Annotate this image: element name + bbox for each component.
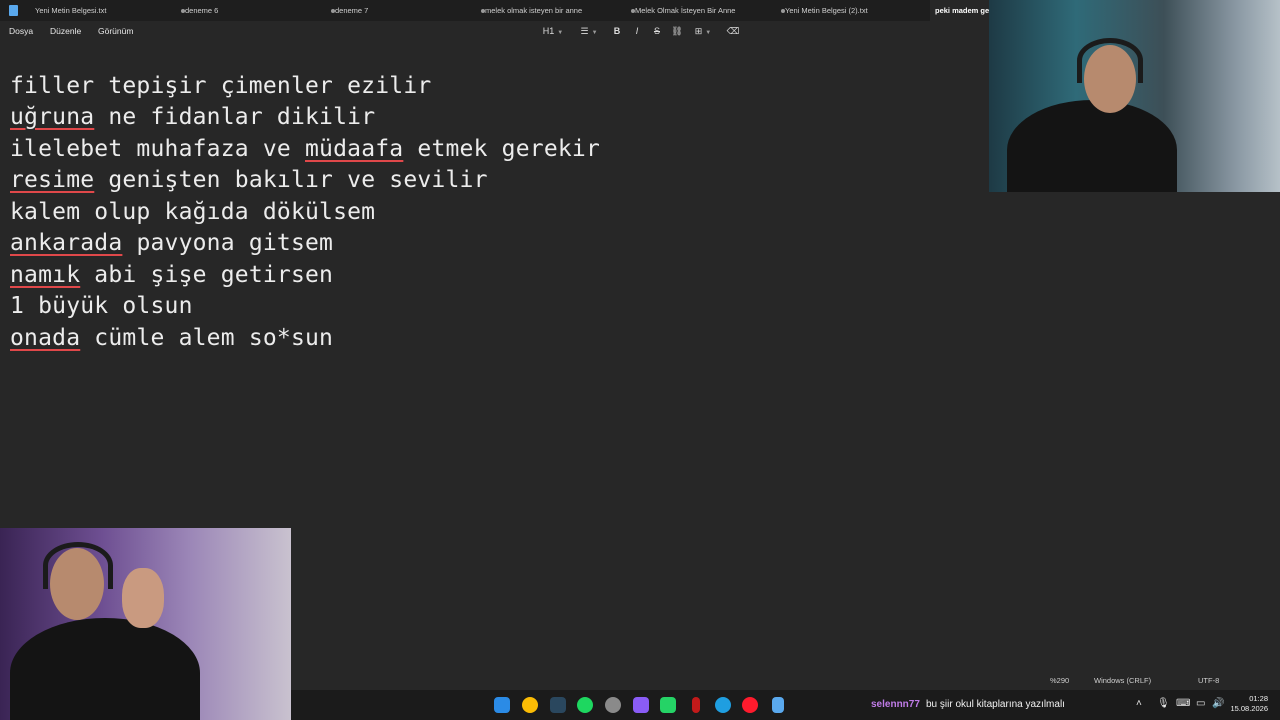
misspelled-word: müdaafa: [305, 136, 404, 162]
menu-view[interactable]: Görünüm: [98, 21, 133, 42]
tab-label: Melek Olmak İsteyen Bir Anne: [635, 6, 736, 15]
tab-deneme-7[interactable]: deneme 7: [335, 0, 485, 21]
misspelled-word: uğruna: [10, 104, 95, 130]
encoding[interactable]: UTF-8: [1198, 672, 1219, 690]
edge-icon[interactable]: [715, 697, 731, 713]
editor-line: filler tepişir çimenler ezilir: [10, 73, 432, 99]
tab-melek-olmak-title[interactable]: Melek Olmak İsteyen Bir Anne: [635, 0, 785, 21]
notepad-taskbar-icon[interactable]: [772, 697, 784, 713]
editor-line: ilelebet muhafaza ve müdaafa etmek gerek…: [10, 136, 601, 162]
tool-icon[interactable]: [692, 697, 700, 713]
steam-icon[interactable]: [550, 697, 566, 713]
editor-line: resime genişten bakılır ve sevilir: [10, 167, 488, 193]
discord-icon[interactable]: [633, 697, 649, 713]
person-silhouette: [10, 618, 200, 720]
zoom-level[interactable]: %290: [1050, 672, 1069, 690]
link-icon: ⛓: [671, 26, 683, 36]
webcam-overlay-bottom: [0, 528, 291, 720]
whatsapp-icon[interactable]: [660, 697, 676, 713]
list-icon: ☰: [580, 26, 589, 36]
tab-label: melek olmak isteyen bir anne: [485, 6, 583, 15]
tab-yeni-metin-belgesi-2[interactable]: Yeni Metin Belgesi (2).txt: [785, 0, 935, 21]
strikethrough-button[interactable]: S: [650, 21, 664, 42]
menu-edit[interactable]: Düzenle: [50, 21, 81, 42]
italic-button[interactable]: I: [630, 21, 644, 42]
editor-line: uğruna ne fidanlar dikilir: [10, 104, 376, 130]
tab-label: deneme 6: [185, 6, 219, 15]
tab-label: peki madem gel: [935, 6, 992, 15]
system-clock[interactable]: 01:28 15.08.2026: [1230, 694, 1268, 714]
clock-date: 15.08.2026: [1230, 704, 1268, 713]
tab-label: deneme 7: [335, 6, 369, 15]
obs-icon[interactable]: [605, 697, 621, 713]
misspelled-word: onada: [10, 325, 81, 351]
tab-label: Yeni Metin Belgesi (2).txt: [785, 6, 868, 15]
editor-line: kalem olup kağıda dökülsem: [10, 199, 376, 225]
tab-peki-madem-gel[interactable]: peki madem gel: [930, 0, 995, 21]
editor-line: onada cümle alem so*sun: [10, 325, 334, 351]
editor-line: 1 büyük olsun: [10, 293, 193, 319]
heading-dropdown[interactable]: H1 ▼: [540, 21, 566, 42]
clock-time: 01:28: [1249, 694, 1268, 703]
menu-file[interactable]: Dosya: [9, 21, 33, 42]
hand-gesture: [122, 568, 164, 628]
headset-icon: [43, 542, 113, 589]
clear-formatting-button[interactable]: ⌫: [726, 21, 740, 42]
table-dropdown[interactable]: ⊞ ▼: [690, 21, 716, 42]
chevron-down-icon: ▼: [705, 30, 712, 36]
webcam-overlay-top: [989, 0, 1280, 192]
tab-melek-olmak-lower[interactable]: melek olmak isteyen bir anne: [485, 0, 635, 21]
misspelled-word: resime: [10, 167, 95, 193]
headset-icon: [1077, 38, 1143, 83]
misspelled-word: ankarada: [10, 230, 123, 256]
windows-start-icon[interactable]: [494, 697, 510, 713]
bold-button[interactable]: B: [610, 21, 624, 42]
editor-line: namık abi şişe getirsen: [10, 262, 334, 288]
opera-icon[interactable]: [742, 697, 758, 713]
chevron-up-icon[interactable]: ˄: [1136, 698, 1142, 709]
keyboard-icon[interactable]: ⌨: [1176, 698, 1190, 709]
clear-format-icon: ⌫: [726, 26, 740, 36]
notepad-icon: [9, 5, 18, 16]
network-icon[interactable]: ▭: [1196, 698, 1205, 709]
chrome-icon[interactable]: [522, 697, 538, 713]
tab-label: Yeni Metin Belgesi.txt: [35, 6, 107, 15]
list-dropdown[interactable]: ☰ ▼: [576, 21, 602, 42]
microphone-icon[interactable]: 🎙: [1157, 698, 1170, 709]
chat-username: selennn77: [871, 699, 920, 710]
table-icon: ⊞: [694, 26, 703, 36]
line-ending[interactable]: Windows (CRLF): [1094, 672, 1151, 690]
link-button[interactable]: ⛓: [670, 21, 684, 42]
tab-yeni-metin-belgesi[interactable]: Yeni Metin Belgesi.txt: [35, 0, 185, 21]
chevron-down-icon: ▼: [557, 30, 564, 36]
heading-label: H1: [542, 26, 555, 36]
editor-line: ankarada pavyona gitsem: [10, 230, 334, 256]
misspelled-word: namık: [10, 262, 81, 288]
chat-message: bu şiir okul kitaplarına yazılmalı: [926, 699, 1065, 710]
chevron-down-icon: ▼: [591, 30, 598, 36]
volume-icon[interactable]: 🔊: [1212, 698, 1224, 709]
tab-deneme-6[interactable]: deneme 6: [185, 0, 335, 21]
spotify-icon[interactable]: [577, 697, 593, 713]
person-silhouette: [1007, 100, 1177, 192]
